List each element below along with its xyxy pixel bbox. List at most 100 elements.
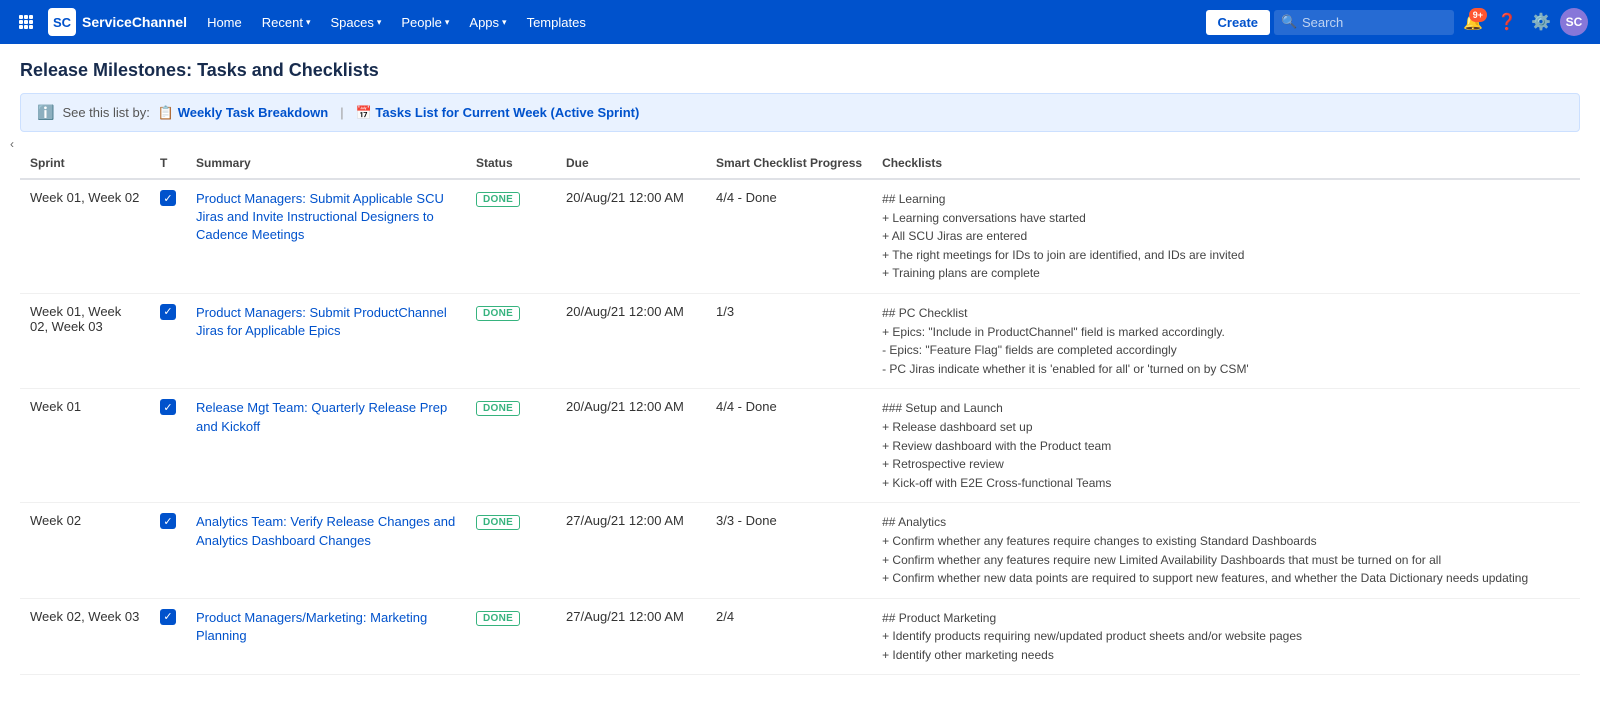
task-link[interactable]: Product Managers/Marketing: Marketing Pl…: [196, 610, 427, 643]
logo-text: ServiceChannel: [82, 14, 187, 30]
col-header-progress: Smart Checklist Progress: [706, 148, 872, 179]
task-link[interactable]: Product Managers: Submit ProductChannel …: [196, 305, 447, 338]
cell-summary: Analytics Team: Verify Release Changes a…: [186, 503, 466, 598]
cell-type: ✓: [150, 503, 186, 598]
nav-apps[interactable]: Apps ▾: [461, 11, 514, 34]
recent-chevron-icon: ▾: [306, 17, 311, 28]
page-title: Release Milestones: Tasks and Checklists: [20, 60, 1580, 81]
cell-sprint: Week 02, Week 03: [20, 598, 150, 675]
cell-progress: 3/3 - Done: [706, 503, 872, 598]
cell-summary: Product Managers: Submit ProductChannel …: [186, 293, 466, 388]
cell-progress: 4/4 - Done: [706, 179, 872, 293]
link1-icon: 📋: [158, 105, 174, 120]
active-sprint-link[interactable]: 📅 Tasks List for Current Week (Active Sp…: [356, 105, 640, 121]
cell-checklists: ## PC Checklist + Epics: "Include in Pro…: [872, 293, 1580, 388]
cell-status: DONE: [466, 598, 556, 675]
cell-checklists: ## Learning + Learning conversations hav…: [872, 179, 1580, 293]
task-checkbox[interactable]: ✓: [160, 399, 176, 415]
cell-progress: 2/4: [706, 598, 872, 675]
task-link[interactable]: Product Managers: Submit Applicable SCU …: [196, 191, 444, 242]
banner-separator: |: [340, 105, 343, 120]
nav-home[interactable]: Home: [199, 11, 250, 34]
top-navigation: SC ServiceChannel Home Recent ▾ Spaces ▾…: [0, 0, 1600, 44]
col-header-t: T: [150, 148, 186, 179]
cell-sprint: Week 01, Week 02, Week 03: [20, 293, 150, 388]
cell-summary: Product Managers/Marketing: Marketing Pl…: [186, 598, 466, 675]
col-header-checklists: Checklists: [872, 148, 1580, 179]
col-header-due: Due: [556, 148, 706, 179]
table-row: Week 01, Week 02 ✓ Product Managers: Sub…: [20, 179, 1580, 293]
cell-type: ✓: [150, 598, 186, 675]
cell-due: 27/Aug/21 12:00 AM: [556, 598, 706, 675]
weekly-task-breakdown-link[interactable]: 📋 Weekly Task Breakdown: [158, 105, 328, 121]
notification-badge: 9+: [1469, 8, 1487, 22]
cell-sprint: Week 02: [20, 503, 150, 598]
cell-sprint: Week 01: [20, 389, 150, 503]
see-list-by-label: See this list by:: [62, 105, 149, 120]
table-header: Sprint T Summary Status Due Smart Checkl…: [20, 148, 1580, 179]
cell-summary: Product Managers: Submit Applicable SCU …: [186, 179, 466, 293]
task-checkbox[interactable]: ✓: [160, 190, 176, 206]
task-link[interactable]: Release Mgt Team: Quarterly Release Prep…: [196, 400, 447, 433]
link2-icon: 📅: [356, 105, 372, 120]
cell-type: ✓: [150, 179, 186, 293]
col-header-sprint: Sprint: [20, 148, 150, 179]
user-avatar[interactable]: SC: [1560, 8, 1588, 36]
search-container: 🔍: [1274, 10, 1454, 35]
app-logo[interactable]: SC ServiceChannel: [48, 8, 187, 36]
cell-progress: 1/3: [706, 293, 872, 388]
task-checkbox[interactable]: ✓: [160, 304, 176, 320]
logo-icon: SC: [48, 8, 76, 36]
cell-due: 20/Aug/21 12:00 AM: [556, 179, 706, 293]
nav-recent[interactable]: Recent ▾: [254, 11, 319, 34]
settings-button[interactable]: ⚙️: [1526, 7, 1556, 37]
tasks-table: Sprint T Summary Status Due Smart Checkl…: [20, 148, 1580, 675]
cell-due: 27/Aug/21 12:00 AM: [556, 503, 706, 598]
search-icon: 🔍: [1281, 14, 1297, 30]
status-badge: DONE: [476, 306, 520, 321]
table-body: Week 01, Week 02 ✓ Product Managers: Sub…: [20, 179, 1580, 675]
cell-type: ✓: [150, 389, 186, 503]
waffle-menu-icon[interactable]: [12, 8, 40, 36]
table-row: Week 02, Week 03 ✓ Product Managers/Mark…: [20, 598, 1580, 675]
help-button[interactable]: ❓: [1492, 7, 1522, 37]
col-header-summary: Summary: [186, 148, 466, 179]
info-icon: ℹ️: [37, 104, 54, 121]
task-link[interactable]: Analytics Team: Verify Release Changes a…: [196, 514, 455, 547]
table-row: Week 01 ✓ Release Mgt Team: Quarterly Re…: [20, 389, 1580, 503]
back-arrow-icon[interactable]: ‹: [4, 124, 20, 164]
apps-chevron-icon: ▾: [502, 17, 507, 28]
task-checkbox[interactable]: ✓: [160, 513, 176, 529]
cell-status: DONE: [466, 503, 556, 598]
spaces-chevron-icon: ▾: [377, 17, 382, 28]
cell-type: ✓: [150, 293, 186, 388]
status-badge: DONE: [476, 611, 520, 626]
status-badge: DONE: [476, 401, 520, 416]
cell-status: DONE: [466, 389, 556, 503]
create-button[interactable]: Create: [1206, 10, 1270, 35]
cell-checklists: ### Setup and Launch + Release dashboard…: [872, 389, 1580, 503]
cell-sprint: Week 01, Week 02: [20, 179, 150, 293]
table-row: Week 01, Week 02, Week 03 ✓ Product Mana…: [20, 293, 1580, 388]
info-banner: ℹ️ See this list by: 📋 Weekly Task Break…: [20, 93, 1580, 132]
task-checkbox[interactable]: ✓: [160, 609, 176, 625]
nav-templates[interactable]: Templates: [519, 11, 594, 34]
notifications-button[interactable]: 🔔 9+: [1458, 7, 1488, 37]
page-content: ‹ Release Milestones: Tasks and Checklis…: [0, 44, 1600, 691]
cell-status: DONE: [466, 293, 556, 388]
people-chevron-icon: ▾: [445, 17, 450, 28]
nav-people[interactable]: People ▾: [393, 11, 457, 34]
nav-spaces[interactable]: Spaces ▾: [322, 11, 389, 34]
cell-progress: 4/4 - Done: [706, 389, 872, 503]
status-badge: DONE: [476, 515, 520, 530]
cell-checklists: ## Product Marketing + Identify products…: [872, 598, 1580, 675]
cell-status: DONE: [466, 179, 556, 293]
cell-checklists: ## Analytics + Confirm whether any featu…: [872, 503, 1580, 598]
cell-due: 20/Aug/21 12:00 AM: [556, 293, 706, 388]
status-badge: DONE: [476, 192, 520, 207]
cell-summary: Release Mgt Team: Quarterly Release Prep…: [186, 389, 466, 503]
cell-due: 20/Aug/21 12:00 AM: [556, 389, 706, 503]
table-row: Week 02 ✓ Analytics Team: Verify Release…: [20, 503, 1580, 598]
search-input[interactable]: [1274, 10, 1454, 35]
col-header-status: Status: [466, 148, 556, 179]
